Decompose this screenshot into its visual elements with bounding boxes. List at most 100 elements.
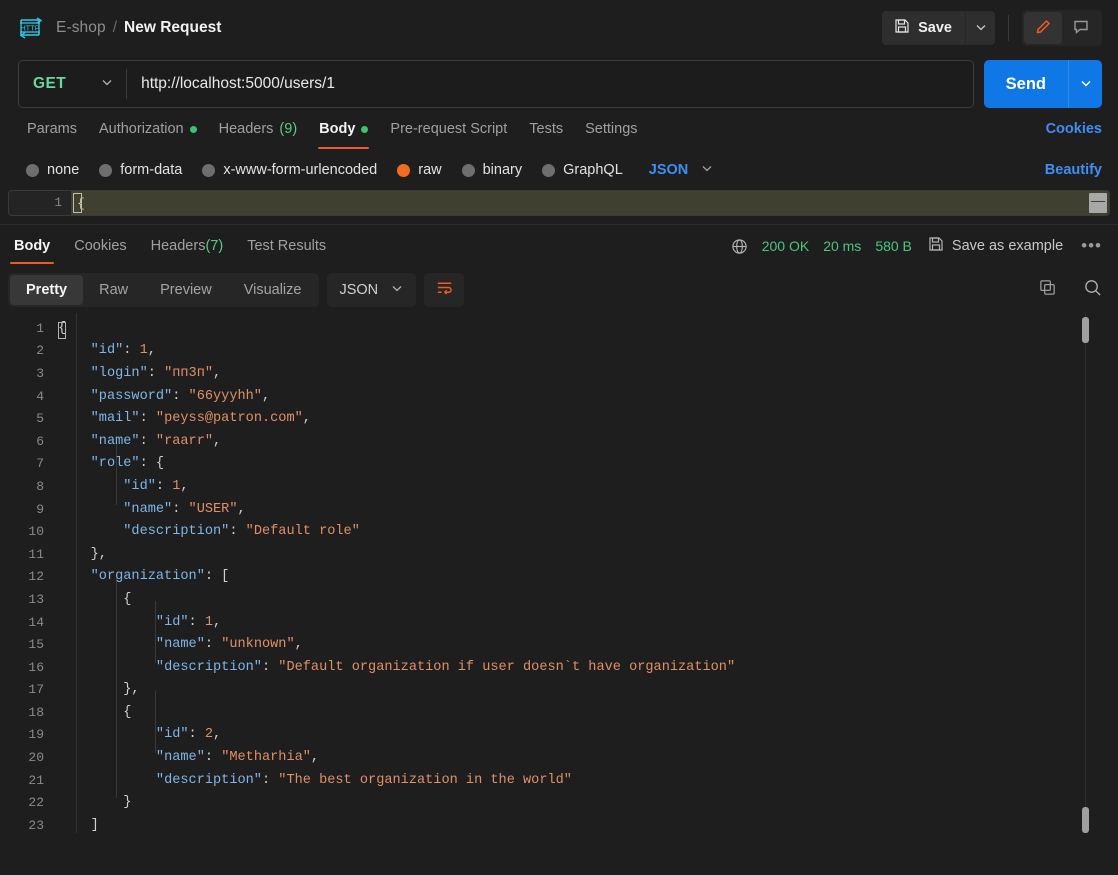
json-line-content: "role": { [58, 456, 164, 471]
response-tab-body[interactable]: Body [2, 226, 62, 266]
chevron-down-icon [1079, 76, 1093, 93]
response-body-viewer[interactable]: 1{2 "id": 1, 3 "login": "пп3п", 4 "passwor… [0, 313, 1118, 833]
response-tab-label: Headers [150, 238, 206, 254]
vertical-scrollbar-track[interactable] [1085, 313, 1086, 833]
json-token-p: { [58, 591, 132, 607]
json-token-p: ] [58, 817, 99, 833]
json-token-p [58, 434, 91, 449]
save-as-example-button[interactable]: Save as example [928, 236, 1063, 256]
radio-button-icon [99, 163, 113, 177]
comments-button[interactable] [1062, 12, 1100, 44]
json-line: 17 }, [0, 679, 1118, 702]
request-tab-params[interactable]: Params [16, 112, 88, 146]
beautify-button[interactable]: Beautify [1045, 162, 1102, 178]
view-mode-pretty[interactable]: Pretty [10, 275, 84, 305]
request-tab-body[interactable]: Body [308, 112, 379, 149]
response-tab-test-results[interactable]: Test Results [235, 226, 338, 266]
horizontal-scrollbar[interactable] [1089, 193, 1107, 213]
view-mode-preview[interactable]: Preview [144, 275, 228, 305]
body-type-option-label: GraphQL [563, 162, 623, 178]
vertical-scrollbar-thumb[interactable] [1082, 317, 1089, 343]
body-type-row: none form-data x-www-form-urlencoded raw bin… [0, 150, 1118, 190]
json-line: 16 "description": "Default organization … [0, 656, 1118, 679]
indent-guide [155, 691, 156, 753]
json-line-number: 1 [36, 320, 44, 336]
response-tab-headers[interactable]: Headers (7) [139, 226, 236, 266]
body-type-option-x-www-form-urlencoded[interactable]: x-www-form-urlencoded [202, 162, 377, 178]
json-token-k: "login" [90, 365, 148, 381]
json-token-p: , [180, 478, 189, 494]
json-token-s: "The best organization in the world" [278, 772, 572, 788]
copy-icon[interactable] [1038, 278, 1057, 302]
save-button[interactable]: Save [882, 11, 965, 45]
request-editor-line-number: 1 [9, 191, 71, 215]
json-line-number: 5 [36, 411, 44, 427]
json-token-k: "id" [90, 343, 124, 359]
view-mode-visualize[interactable]: Visualize [228, 275, 318, 305]
json-line-content: "name": "USER", [58, 502, 245, 517]
svg-text:HTTP: HTTP [20, 23, 39, 32]
json-line-number: 12 [28, 569, 44, 585]
json-line: 10 "description": "Default role" [0, 520, 1118, 543]
body-type-option-binary[interactable]: binary [461, 162, 522, 178]
json-token-p: , [147, 343, 156, 359]
send-button[interactable]: Send [983, 60, 1068, 108]
request-tab-label: Pre-request Script [390, 121, 508, 137]
json-line: 3 "login": "пп3п", [0, 362, 1118, 385]
save-button-group: Save [882, 11, 995, 45]
save-options-button[interactable] [965, 11, 995, 45]
json-token-p: }, [58, 682, 140, 698]
json-line-number: 22 [28, 795, 44, 811]
request-tab-settings[interactable]: Settings [574, 112, 648, 146]
request-tab-label: Body [319, 121, 356, 137]
json-token-p [58, 343, 91, 358]
view-mode-raw[interactable]: Raw [83, 275, 144, 305]
method-selector[interactable]: GET [19, 61, 126, 107]
json-line: 1{ [0, 317, 1118, 340]
request-tab-count: (9) [279, 121, 298, 137]
json-line: 11 }, [0, 543, 1118, 566]
wrap-lines-button[interactable] [424, 273, 465, 307]
body-format-selector[interactable]: JSON [649, 161, 715, 180]
request-body-editor[interactable]: 1 { [8, 190, 1110, 216]
json-line-number: 14 [28, 614, 44, 630]
request-tab-label: Authorization [98, 121, 184, 137]
edit-mode-button[interactable] [1024, 12, 1062, 44]
request-tab-headers[interactable]: Headers (9) [208, 112, 309, 146]
response-more-menu[interactable]: ••• [1081, 236, 1102, 256]
json-token-p: } [58, 795, 132, 811]
radio-button-icon [26, 163, 39, 177]
response-tab-cookies[interactable]: Cookies [62, 226, 138, 266]
comment-icon [1072, 18, 1090, 39]
breadcrumb-parent[interactable]: E-shop [56, 19, 106, 37]
body-type-option-none[interactable]: none [26, 162, 79, 178]
json-token-p: , [213, 614, 222, 630]
json-line: 23 ] [0, 814, 1118, 833]
json-token-p [58, 411, 91, 426]
request-tab-label: Tests [529, 121, 564, 137]
url-input[interactable] [127, 75, 973, 93]
search-icon[interactable] [1083, 278, 1102, 302]
json-line-content: "name": "Metharhia", [58, 750, 319, 765]
response-format-selector[interactable]: JSON [327, 273, 417, 307]
body-type-option-label: raw [418, 162, 442, 178]
json-line-content: "organization": [ [58, 569, 230, 584]
cookies-link[interactable]: Cookies [1046, 112, 1102, 146]
response-time: 20 ms [823, 238, 862, 254]
response-tab-count: (7) [205, 238, 224, 254]
request-tab-authorization[interactable]: Authorization [88, 112, 208, 146]
body-type-option-form-data[interactable]: form-data [99, 162, 182, 178]
status-badge: 200 OK [761, 238, 810, 254]
request-editor-line[interactable]: { [71, 191, 1109, 215]
request-tab-tests[interactable]: Tests [518, 112, 574, 146]
app-header: HTTP E-shop / New Request Save [0, 0, 1118, 56]
vertical-scrollbar-thumb-bottom[interactable] [1082, 807, 1089, 833]
request-tab-label: Settings [585, 121, 638, 137]
send-options-button[interactable] [1068, 60, 1102, 108]
json-token-p [58, 637, 156, 652]
request-tab-pre-request-script[interactable]: Pre-request Script [379, 112, 518, 146]
chevron-down-icon [100, 75, 114, 94]
body-type-option-graphql[interactable]: GraphQL [542, 162, 623, 178]
chevron-down-icon [974, 20, 988, 37]
body-type-option-raw[interactable]: raw [397, 162, 442, 178]
